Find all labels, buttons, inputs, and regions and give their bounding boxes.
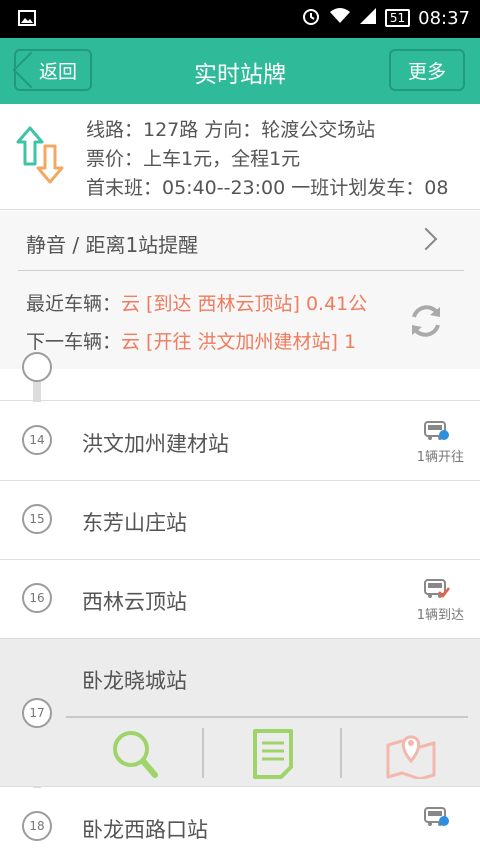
bus-arriving-icon — [424, 421, 449, 440]
wifi-icon — [329, 7, 351, 29]
refresh-icon[interactable] — [406, 301, 446, 341]
next-vehicle-value: 云 [开往 洪文加州建材站] 1 — [121, 331, 357, 353]
app-header: 返回 实时站牌 更多 — [0, 38, 480, 104]
station-number: 16 — [22, 583, 52, 613]
station-name: 东芳山庄站 — [82, 511, 187, 535]
station-name: 卧龙晓城站 — [82, 669, 187, 693]
map-pin-icon — [386, 735, 436, 779]
latest-vehicle-row: 最近车辆：云 [到达 西林云顶站] 0.41公 — [26, 289, 406, 319]
search-icon — [113, 731, 158, 778]
route-schedule: 首末班：05:40--23:00 一班计划发车：08 — [86, 177, 449, 199]
battery-indicator: 51 — [384, 9, 411, 27]
station-marker-partial — [22, 352, 52, 382]
station-status: 1辆开往 — [416, 450, 464, 465]
station-row[interactable]: 16 西林云顶站 1辆到达 — [0, 560, 480, 639]
station-number: 17 — [22, 698, 52, 728]
map-button[interactable] — [366, 726, 456, 782]
remind-setting-row[interactable]: 静音 / 距离1站提醒 — [0, 211, 480, 271]
chevron-right-icon — [414, 227, 438, 251]
route-info: 线路：127路 方向：轮渡公交场站 票价：上车1元，全程1元 首末班：05:40… — [0, 104, 480, 210]
station-name: 西林云顶站 — [82, 590, 187, 614]
schedule-button[interactable] — [228, 726, 318, 782]
station-status: 1辆到达 — [416, 608, 464, 623]
station-name: 洪文加州建材站 — [82, 432, 229, 456]
station-name: 卧龙西路口站 — [82, 818, 208, 842]
divider — [202, 728, 204, 778]
station-row[interactable]: 15 东芳山庄站 — [0, 481, 480, 560]
divider — [340, 728, 342, 778]
signal-icon — [359, 7, 377, 29]
station-row[interactable]: 14 洪文加州建材站 1辆开往 — [0, 402, 480, 481]
more-button[interactable]: 更多 — [389, 49, 465, 91]
alarm-icon — [301, 6, 321, 30]
next-vehicle-label: 下一车辆： — [26, 331, 122, 353]
clock: 08:37 — [418, 7, 470, 29]
station-number: 18 — [22, 811, 52, 841]
station-number: 15 — [22, 504, 52, 534]
switch-direction-icon[interactable] — [14, 124, 66, 186]
route-line-direction: 线路：127路 方向：轮渡公交场站 — [86, 119, 376, 141]
station-row[interactable]: 18 卧龙西路口站 — [0, 788, 480, 854]
status-bar: 51 08:37 — [0, 0, 480, 38]
remind-label: 静音 / 距离1站提醒 — [26, 233, 199, 257]
search-button[interactable] — [90, 726, 180, 782]
gallery-icon — [18, 10, 36, 30]
bus-arriving-icon — [424, 807, 449, 826]
route-fare: 票价：上车1元，全程1元 — [86, 148, 301, 170]
latest-vehicle-label: 最近车辆： — [26, 293, 122, 315]
station-row-partial — [0, 369, 480, 401]
more-label: 更多 — [407, 60, 446, 83]
bus-arrived-icon — [424, 579, 450, 598]
next-vehicle-row: 下一车辆：云 [开往 洪文加州建材站] 1 — [26, 327, 406, 357]
document-icon — [253, 729, 293, 779]
latest-vehicle-value: 云 [到达 西林云顶站] 0.41公 — [121, 293, 368, 315]
station-number: 14 — [22, 425, 52, 455]
divider — [66, 716, 468, 718]
vehicle-info: 最近车辆：云 [到达 西林云顶站] 0.41公 下一车辆：云 [开往 洪文加州建… — [0, 271, 480, 369]
